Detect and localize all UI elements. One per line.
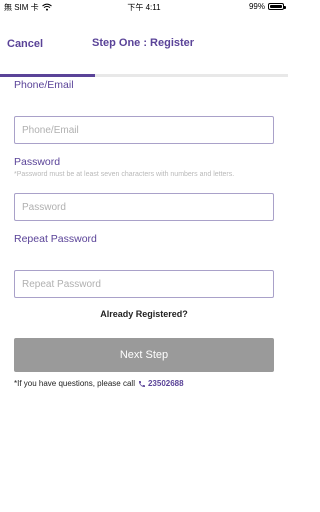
status-time: 下午 4:11 xyxy=(127,3,161,12)
cancel-button[interactable]: Cancel xyxy=(7,38,43,50)
nav-bar: Cancel Step One : Register xyxy=(0,14,288,77)
already-registered-link[interactable]: Already Registered? xyxy=(0,309,288,319)
phone-email-input[interactable] xyxy=(14,116,274,144)
phone-number[interactable]: 23502688 xyxy=(148,379,184,388)
next-step-button[interactable]: Next Step xyxy=(14,338,274,372)
repeat-password-label: Repeat Password xyxy=(14,233,97,245)
call-link[interactable]: 23502688 xyxy=(138,379,184,388)
status-right: 99% xyxy=(248,2,286,11)
help-footer: *If you have questions, please call 2350… xyxy=(14,379,184,388)
battery-percent: 99% xyxy=(248,2,265,11)
page-title: Step One : Register xyxy=(92,37,195,49)
repeat-password-input[interactable] xyxy=(14,270,274,298)
password-label: Password xyxy=(14,156,61,168)
password-hint: *Password must be at least seven charact… xyxy=(14,171,235,178)
battery-icon xyxy=(268,3,286,10)
phone-icon xyxy=(138,380,146,388)
phone-email-label: Phone/Email xyxy=(14,79,74,91)
step-progress-fill xyxy=(0,74,96,77)
battery-level xyxy=(270,5,282,8)
status-bar: 無 SIM 卡 下午 4:11 99% xyxy=(0,0,288,14)
help-text: *If you have questions, please call xyxy=(14,379,135,388)
password-input[interactable] xyxy=(14,193,274,221)
step-progress-bar xyxy=(0,74,288,77)
